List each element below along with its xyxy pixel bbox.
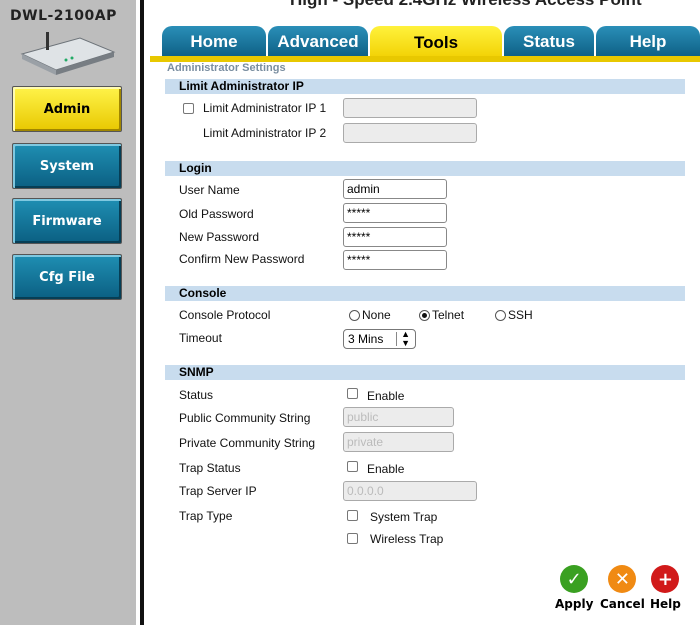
- old-password-input[interactable]: [343, 203, 447, 223]
- console-none-label: None: [362, 308, 391, 322]
- wireless-trap-checkbox[interactable]: [347, 533, 358, 544]
- timeout-select[interactable]: 3 Mins ▲ ▼: [343, 329, 416, 349]
- tab-advanced[interactable]: Advanced: [268, 26, 368, 58]
- trap-enable-checkbox[interactable]: [347, 461, 358, 472]
- tab-help[interactable]: Help: [596, 26, 700, 58]
- private-community-input[interactable]: [343, 432, 454, 452]
- console-none-radio[interactable]: [349, 310, 360, 321]
- sidebar-item-cfg-file[interactable]: Cfg File: [12, 254, 122, 300]
- cancel-x-icon: ✕: [608, 565, 637, 593]
- sidebar-item-system[interactable]: System: [12, 143, 122, 189]
- console-ssh-label: SSH: [508, 308, 533, 322]
- timeout-label: Timeout: [179, 331, 222, 345]
- section-snmp: SNMP: [165, 365, 685, 380]
- public-community-label: Public Community String: [179, 411, 311, 425]
- plus-icon: +: [651, 565, 680, 593]
- section-login: Login: [165, 161, 685, 176]
- confirm-password-input[interactable]: [343, 250, 447, 270]
- confirm-password-label: Confirm New Password: [179, 252, 305, 266]
- old-password-label: Old Password: [179, 207, 254, 221]
- access-point-image: [20, 32, 116, 75]
- apply-label: Apply: [555, 597, 594, 611]
- limit-ip-1-input[interactable]: [343, 98, 477, 118]
- username-label: User Name: [179, 183, 240, 197]
- new-password-input[interactable]: [343, 227, 447, 247]
- snmp-enable-label: Enable: [367, 389, 405, 403]
- trap-server-input[interactable]: [343, 481, 477, 501]
- checkmark-icon: ✓: [560, 565, 589, 593]
- sidebar-item-firmware[interactable]: Firmware: [12, 198, 122, 244]
- new-password-label: New Password: [179, 230, 260, 244]
- breadcrumb: Administrator Settings: [167, 62, 286, 74]
- private-community-label: Private Community String: [179, 436, 316, 450]
- model-label: DWL-2100AP: [10, 8, 117, 24]
- limit-ip-2-input[interactable]: [343, 123, 477, 143]
- updown-arrows-icon: ▲ ▼: [401, 329, 410, 348]
- wireless-trap-label: Wireless Trap: [370, 532, 444, 546]
- trap-server-label: Trap Server IP: [179, 484, 257, 498]
- app-window: High - Speed 2.4GHz Wireless Access Poin…: [0, 0, 700, 625]
- snmp-status-label: Status: [179, 388, 214, 402]
- left-sidebar: DWL-2100AP Admin System Firmware Cfg Fil…: [0, 0, 136, 625]
- system-trap-checkbox[interactable]: [347, 510, 358, 521]
- cancel-button[interactable]: ✕ Cancel: [600, 565, 645, 611]
- help-button[interactable]: + Help: [650, 565, 681, 611]
- tab-tools[interactable]: Tools: [370, 26, 502, 60]
- banner-title: High - Speed 2.4GHz Wireless Access Poin…: [290, 0, 642, 10]
- limit-ip-1-checkbox[interactable]: [183, 103, 194, 114]
- tab-status[interactable]: Status: [504, 26, 594, 58]
- public-community-input[interactable]: [343, 407, 454, 427]
- top-tabbar: Home Advanced Tools Status Help: [150, 26, 700, 60]
- section-console: Console: [165, 286, 685, 301]
- section-limit-ip: Limit Administrator IP: [165, 79, 685, 94]
- select-separator: [396, 332, 397, 346]
- limit-ip-2-label: Limit Administrator IP 2: [203, 126, 327, 140]
- sidebar-item-admin[interactable]: Admin: [12, 86, 122, 132]
- trap-type-label: Trap Type: [179, 509, 233, 523]
- timeout-value: 3 Mins: [348, 332, 384, 346]
- console-telnet-label: Telnet: [432, 308, 465, 322]
- snmp-enable-checkbox[interactable]: [347, 388, 358, 399]
- tab-home[interactable]: Home: [162, 26, 266, 58]
- apply-button[interactable]: ✓ Apply: [555, 565, 593, 611]
- help-label: Help: [650, 597, 681, 611]
- console-protocol-label: Console Protocol: [179, 308, 271, 322]
- sidebar-divider: [136, 0, 150, 625]
- console-ssh-radio[interactable]: [495, 310, 506, 321]
- console-telnet-radio[interactable]: [419, 310, 430, 321]
- trap-enable-label: Enable: [367, 462, 405, 476]
- username-input[interactable]: [343, 179, 447, 199]
- limit-ip-1-label: Limit Administrator IP 1: [203, 101, 327, 115]
- cancel-label: Cancel: [600, 597, 645, 611]
- trap-status-label: Trap Status: [179, 461, 241, 475]
- system-trap-label: System Trap: [370, 510, 438, 524]
